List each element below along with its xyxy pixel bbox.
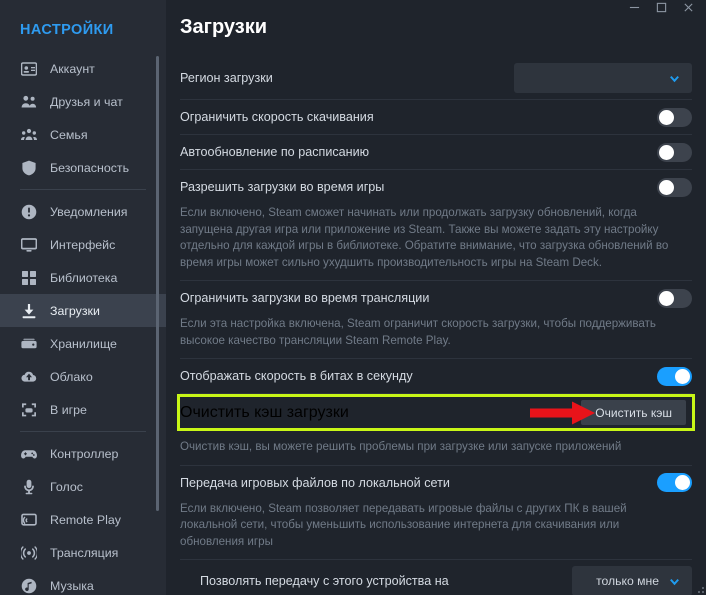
- sidebar-scrollbar[interactable]: [156, 56, 159, 511]
- gamepad-icon: [20, 445, 37, 462]
- download-region-dropdown[interactable]: [514, 63, 692, 93]
- allow-transfer-dropdown[interactable]: только мне: [572, 566, 692, 595]
- remote-play-icon: [20, 511, 37, 528]
- sidebar-item-label: Семья: [50, 127, 88, 142]
- sidebar-item-label: Уведомления: [50, 204, 128, 219]
- sidebar-item-3[interactable]: Безопасность: [0, 151, 166, 184]
- sidebar-item-14[interactable]: Трансляция: [0, 536, 166, 569]
- limit-during-broadcast-label: Ограничить загрузки во время трансляции: [180, 291, 430, 305]
- minimize-icon[interactable]: [621, 0, 648, 18]
- sidebar-item-label: Аккаунт: [50, 61, 95, 76]
- clear-cache-label: Очистить кэш загрузки: [180, 403, 349, 421]
- three-people-icon: [20, 126, 37, 143]
- limit-during-broadcast-toggle[interactable]: [657, 288, 692, 308]
- show-bits-per-second-toggle[interactable]: [657, 366, 692, 386]
- sidebar-item-13[interactable]: Remote Play: [0, 503, 166, 536]
- grid-icon: [20, 269, 37, 286]
- sidebar-item-label: Библиотека: [50, 270, 118, 285]
- sidebar-item-label: Интерфейс: [50, 237, 116, 252]
- sidebar-item-12[interactable]: Голос: [0, 470, 166, 503]
- monitor-icon: [20, 236, 37, 253]
- downloads-during-game-label: Разрешить загрузки во время игры: [180, 180, 385, 194]
- id-card-icon: [20, 60, 37, 77]
- lan-transfer-toggle[interactable]: [657, 473, 692, 492]
- maximize-icon[interactable]: [648, 0, 675, 18]
- auto-update-schedule-row: Автообновление по расписанию: [180, 135, 692, 169]
- window-controls: [621, 0, 702, 18]
- sidebar-item-label: Хранилище: [50, 336, 117, 351]
- sidebar-item-1[interactable]: Друзья и чат: [0, 85, 166, 118]
- broadcast-icon: [20, 544, 37, 561]
- allow-transfer-row: Позволять передачу с этого устройства на…: [180, 560, 692, 595]
- sidebar-item-label: Облако: [50, 369, 93, 384]
- sidebar-item-15[interactable]: Музыка: [0, 569, 166, 595]
- sidebar-nav-list: Аккаунт Друзья и чат Семья Безопасность Увед…: [0, 52, 166, 595]
- sidebar-item-label: Контроллер: [50, 446, 119, 461]
- sidebar-item-6[interactable]: Библиотека: [0, 261, 166, 294]
- sidebar-item-7[interactable]: Загрузки: [0, 294, 166, 327]
- settings-main-panel: Загрузки Регион загрузки Ограничить скор…: [166, 0, 706, 595]
- two-people-icon: [20, 93, 37, 110]
- sidebar-item-10[interactable]: В игре: [0, 393, 166, 426]
- downloads-during-game-row: Разрешить загрузки во время игры: [180, 170, 692, 204]
- sidebar-item-label: Загрузки: [50, 303, 100, 318]
- sidebar-item-label: Безопасность: [50, 160, 130, 175]
- sidebar-title: НАСТРОЙКИ: [20, 22, 114, 38]
- limit-download-speed-row: Ограничить скорость скачивания: [180, 100, 692, 134]
- clear-cache-row: Очистить кэш загрузки Очистить кэш: [180, 397, 692, 428]
- lan-transfer-row: Передача игровых файлов по локальной сет…: [180, 466, 692, 500]
- microphone-icon: [20, 478, 37, 495]
- download-icon: [20, 302, 37, 319]
- downloads-during-game-description: Если включено, Steam сможет начинать или…: [180, 206, 669, 269]
- limit-during-broadcast-row: Ограничить загрузки во время трансляции: [180, 281, 692, 315]
- settings-content: Регион загрузки Ограничить скорость скач…: [166, 57, 706, 595]
- sidebar-item-label: Друзья и чат: [50, 94, 123, 109]
- lan-transfer-description: Если включено, Steam позволяет передават…: [180, 501, 627, 548]
- sidebar-item-11[interactable]: Контроллер: [0, 437, 166, 470]
- in-game-icon: [20, 401, 37, 418]
- limit-download-speed-label: Ограничить скорость скачивания: [180, 110, 374, 124]
- steam-settings-window: НАСТРОЙКИ Аккаунт Друзья и чат Семья Безопа…: [0, 0, 706, 595]
- sidebar-separator: [20, 189, 146, 190]
- sidebar-item-label: Трансляция: [50, 545, 119, 560]
- chevron-down-icon: [668, 72, 681, 85]
- chevron-down-icon: [668, 575, 681, 588]
- download-region-row: Регион загрузки: [180, 57, 692, 99]
- sidebar-item-8[interactable]: Хранилище: [0, 327, 166, 360]
- close-icon[interactable]: [675, 0, 702, 18]
- downloads-during-game-toggle[interactable]: [657, 177, 692, 197]
- resize-grip[interactable]: [695, 584, 704, 593]
- clear-cache-button[interactable]: Очистить кэш: [581, 400, 686, 425]
- download-region-label: Регион загрузки: [180, 71, 273, 85]
- music-note-icon: [20, 577, 37, 594]
- sidebar-item-4[interactable]: Уведомления: [0, 195, 166, 228]
- sidebar-separator: [20, 431, 146, 432]
- allow-transfer-label: Позволять передачу с этого устройства на: [200, 574, 449, 588]
- auto-update-schedule-label: Автообновление по расписанию: [180, 145, 370, 159]
- show-bits-per-second-label: Отображать скорость в битах в секунду: [180, 369, 413, 383]
- auto-update-schedule-toggle[interactable]: [657, 142, 692, 162]
- sidebar-item-9[interactable]: Облако: [0, 360, 166, 393]
- limit-download-speed-toggle[interactable]: [657, 107, 692, 127]
- sidebar-item-label: Музыка: [50, 578, 94, 593]
- limit-during-broadcast-description: Если эта настройка включена, Steam огран…: [180, 317, 656, 347]
- hard-drive-icon: [20, 335, 37, 352]
- sidebar-item-0[interactable]: Аккаунт: [0, 52, 166, 85]
- sidebar-item-label: В игре: [50, 402, 87, 417]
- clear-cache-highlight-box: Очистить кэш загрузки Очистить кэш: [177, 394, 695, 431]
- shield-icon: [20, 159, 37, 176]
- sidebar-item-2[interactable]: Семья: [0, 118, 166, 151]
- show-bits-per-second-row: Отображать скорость в битах в секунду: [180, 359, 692, 393]
- cloud-upload-icon: [20, 368, 37, 385]
- lan-transfer-label: Передача игровых файлов по локальной сет…: [180, 475, 450, 490]
- sidebar-item-label: Голос: [50, 479, 83, 494]
- exclamation-circle-icon: [20, 203, 37, 220]
- clear-cache-description: Очистив кэш, вы можете решить проблемы п…: [180, 440, 622, 453]
- settings-sidebar: НАСТРОЙКИ Аккаунт Друзья и чат Семья Безопа…: [0, 0, 166, 595]
- sidebar-item-label: Remote Play: [50, 512, 121, 527]
- allow-transfer-value: только мне: [596, 574, 659, 588]
- sidebar-item-5[interactable]: Интерфейс: [0, 228, 166, 261]
